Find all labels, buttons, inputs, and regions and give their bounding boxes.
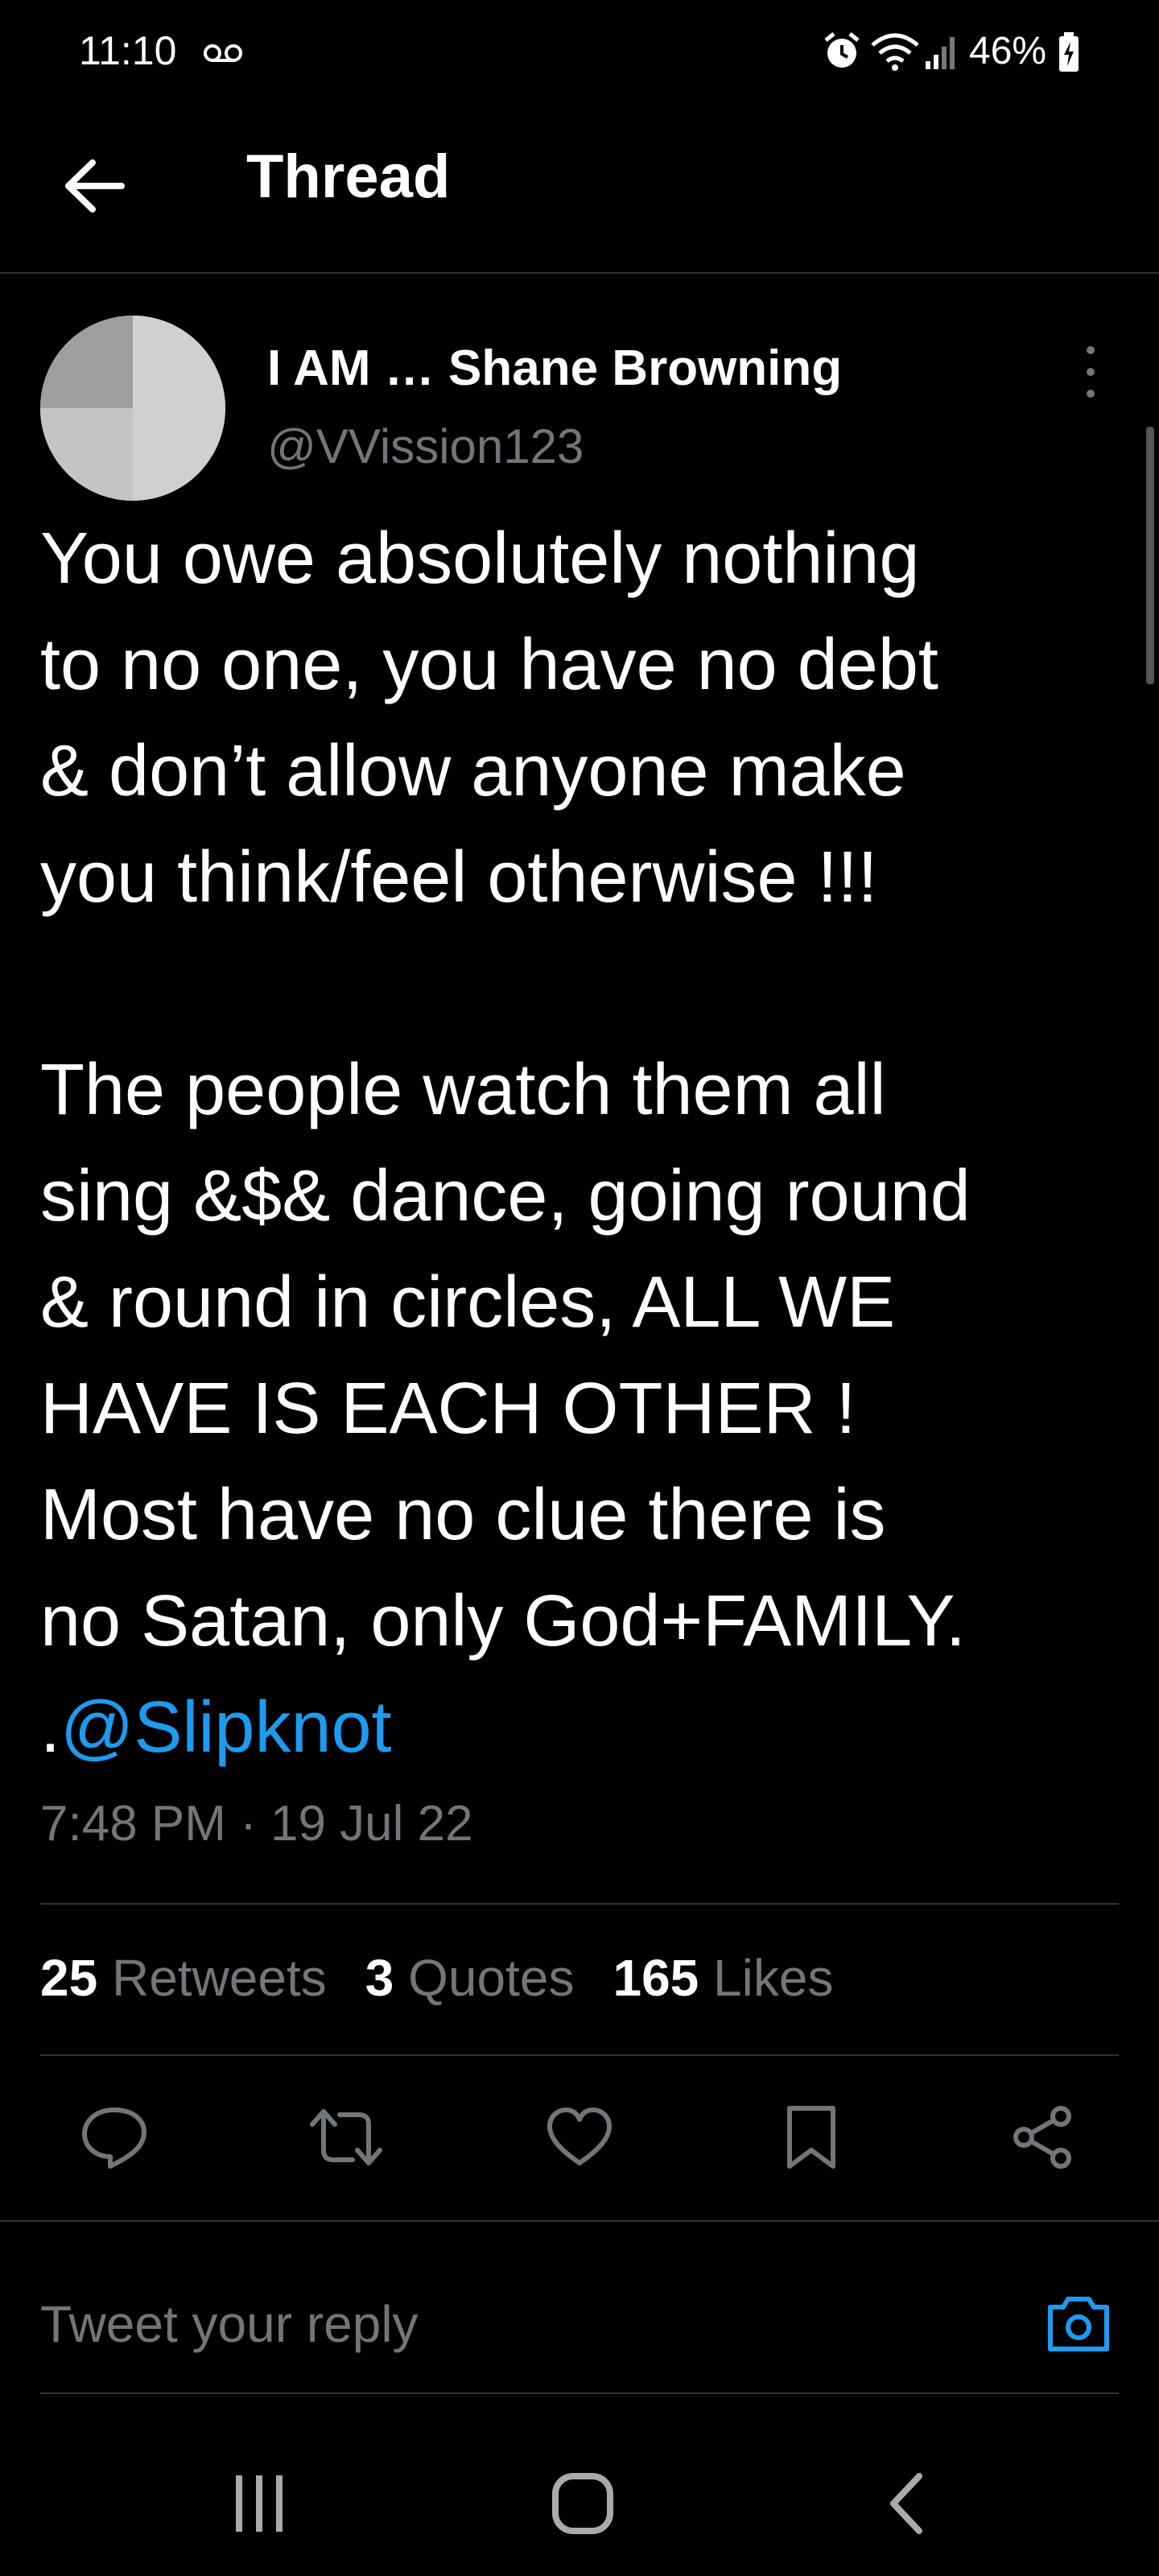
- battery-charging-icon: [1058, 32, 1080, 76]
- mention-prefix: .: [40, 1687, 61, 1768]
- dot-icon: [1087, 368, 1095, 376]
- tweet-line: you think/feel otherwise !!!: [40, 837, 878, 918]
- tweet-text: You owe absolutely nothing to no one, yo…: [40, 506, 1135, 1781]
- wifi-icon: [869, 31, 921, 76]
- retweet-icon: [310, 2109, 382, 2165]
- dot-icon: [1087, 390, 1095, 398]
- reply-button[interactable]: [74, 2101, 155, 2174]
- retweets-stat[interactable]: 25 Retweets: [40, 1949, 327, 2007]
- screen: 11:10 46% Thread I AM … Shane Browning @…: [0, 0, 1159, 2576]
- recent-apps-button[interactable]: [211, 2455, 307, 2552]
- mention-link[interactable]: @Slipknot: [60, 1687, 392, 1768]
- back-button[interactable]: [50, 142, 138, 230]
- share-button[interactable]: [1003, 2101, 1083, 2174]
- quotes-stat[interactable]: 3 Quotes: [365, 1949, 575, 2007]
- reply-bar: [0, 2220, 1159, 2394]
- tweet-line: Most have no clue there is: [40, 1475, 886, 1555]
- tweet-line: & round in circles, ALL WE: [40, 1262, 896, 1343]
- like-button[interactable]: [539, 2101, 620, 2174]
- divider: [40, 1903, 1119, 1905]
- retweet-button[interactable]: [306, 2101, 386, 2174]
- camera-icon: [1048, 2297, 1109, 2351]
- dot-icon: [1087, 346, 1095, 354]
- home-icon: [552, 2473, 613, 2534]
- like-icon: [547, 2107, 612, 2165]
- system-back-button[interactable]: [858, 2455, 955, 2552]
- author-handle[interactable]: @VVission123: [267, 419, 584, 474]
- reply-input[interactable]: [40, 2294, 926, 2354]
- home-button[interactable]: [534, 2455, 631, 2552]
- tweet-line: to no one, you have no debt: [40, 625, 938, 705]
- tweet-timestamp[interactable]: 7:48 PM · 19 Jul 22: [40, 1795, 473, 1852]
- retweets-label: Retweets: [111, 1949, 327, 2007]
- header: Thread: [0, 105, 1159, 274]
- tweet-mention-line: .@Slipknot: [40, 1674, 1135, 1781]
- scrollbar[interactable]: [1146, 427, 1154, 684]
- bookmark-button[interactable]: [771, 2101, 852, 2174]
- camera-button[interactable]: [1038, 2283, 1119, 2363]
- reply-icon: [82, 2107, 146, 2169]
- divider: [40, 2054, 1119, 2056]
- tweet-line: You owe absolutely nothing: [40, 518, 920, 599]
- status-bar: 11:10 46%: [0, 0, 1159, 105]
- tweet-line: no Satan, only God+FAMILY.: [40, 1581, 966, 1662]
- signal-icon: [924, 32, 959, 75]
- tweet-stats: 25 Retweets 3 Quotes 165 Likes: [40, 1948, 872, 2008]
- quotes-count: 3: [365, 1949, 394, 2007]
- alarm-icon: [819, 29, 864, 78]
- tweet-line: & don’t allow anyone make: [40, 731, 906, 811]
- arrow-left-icon: [65, 159, 125, 213]
- likes-count: 165: [612, 1949, 699, 2007]
- recent-apps-icon: [236, 2475, 283, 2532]
- bookmark-icon: [787, 2106, 835, 2169]
- quotes-label: Quotes: [408, 1949, 575, 2007]
- tweet-line: sing &$& dance, going round: [40, 1156, 971, 1236]
- tweet-line: HAVE IS EACH OTHER !: [40, 1368, 856, 1449]
- system-nav-bar: [0, 2407, 1159, 2576]
- tweet-line: The people watch them all: [40, 1050, 886, 1130]
- more-options-button[interactable]: [1066, 338, 1115, 406]
- chevron-left-icon: [890, 2473, 922, 2534]
- retweets-count: 25: [40, 1949, 98, 2007]
- divider: [40, 2392, 1119, 2394]
- likes-stat[interactable]: 165 Likes: [612, 1949, 833, 2007]
- battery-percentage: 46%: [969, 30, 1047, 72]
- author-display-name[interactable]: I AM … Shane Browning: [267, 340, 842, 397]
- page-title: Thread: [246, 142, 451, 211]
- voicemail-icon: [203, 42, 243, 68]
- avatar[interactable]: [40, 316, 225, 501]
- likes-label: Likes: [713, 1949, 834, 2007]
- status-time: 11:10: [79, 28, 177, 73]
- tweet-actions: [0, 2101, 1159, 2174]
- share-icon: [1013, 2106, 1071, 2169]
